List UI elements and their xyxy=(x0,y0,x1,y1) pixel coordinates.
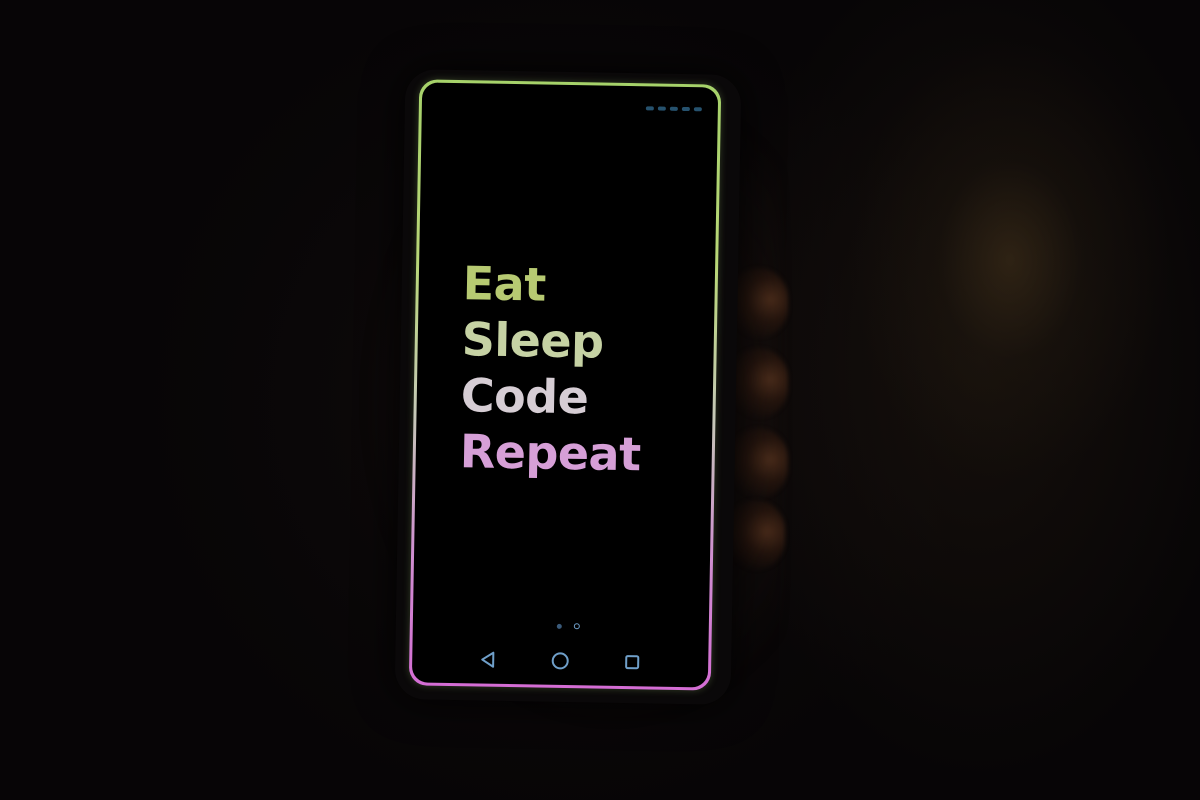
finger xyxy=(728,428,788,498)
finger xyxy=(728,348,788,418)
wallpaper-message: Eat Sleep Code Repeat xyxy=(459,255,644,482)
recents-icon[interactable] xyxy=(620,650,644,674)
page-dot-current xyxy=(573,623,580,630)
screen-glow-border: Eat Sleep Code Repeat xyxy=(408,79,722,691)
status-icon xyxy=(645,106,654,111)
navigation-bar xyxy=(412,646,708,675)
page-indicator xyxy=(556,623,580,630)
smartphone: Eat Sleep Code Repeat xyxy=(394,69,742,705)
status-icon xyxy=(669,106,678,111)
message-line-repeat: Repeat xyxy=(459,424,642,482)
photo-scene: Eat Sleep Code Repeat xyxy=(0,0,1200,800)
message-line-eat: Eat xyxy=(462,256,547,312)
page-dot xyxy=(556,623,562,629)
message-line-code: Code xyxy=(460,368,589,425)
status-icon xyxy=(681,106,690,112)
home-icon[interactable] xyxy=(548,649,572,673)
finger xyxy=(725,500,785,570)
phone-screen: Eat Sleep Code Repeat xyxy=(411,82,719,688)
status-icon xyxy=(693,107,702,112)
status-icon xyxy=(657,106,666,111)
message-line-sleep: Sleep xyxy=(461,312,605,369)
status-bar xyxy=(645,106,702,112)
back-icon[interactable] xyxy=(476,647,500,671)
